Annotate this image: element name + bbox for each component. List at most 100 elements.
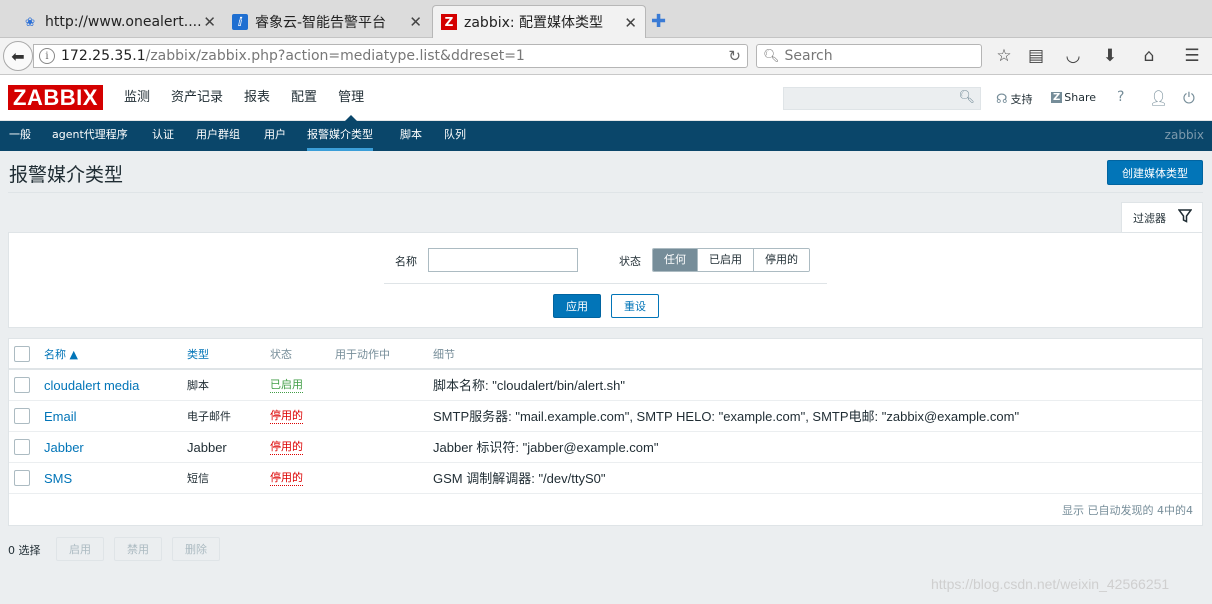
mass-delete-button[interactable]: 删除 xyxy=(172,537,220,561)
menu-configuration[interactable]: 配置 xyxy=(291,75,327,121)
select-all-checkbox[interactable] xyxy=(14,346,30,362)
zabbix-icon: Z xyxy=(441,14,457,30)
row-checkbox[interactable] xyxy=(14,439,30,455)
url-bar[interactable]: i 172.25.35.1/zabbix/zabbix.php?action=m… xyxy=(33,44,748,68)
tab-title: 睿象云-智能告警平台 xyxy=(255,14,387,31)
zabbix-header: ZABBIX 监测 资产记录 报表 配置 管理 🔍︎ ☊ 支持 Z Share … xyxy=(0,75,1212,122)
mass-enable-button[interactable]: 启用 xyxy=(56,537,104,561)
share-link[interactable]: Z Share xyxy=(1051,91,1096,104)
home-icon[interactable]: ⌂ xyxy=(1138,46,1160,66)
media-details: Jabber 标识符: "jabber@example.com" xyxy=(433,440,659,455)
menu-administration[interactable]: 管理 xyxy=(338,75,374,122)
submenu-general[interactable]: 一般 xyxy=(9,121,31,151)
reset-button[interactable]: 重设 xyxy=(611,294,659,318)
selected-count: 0 选择 xyxy=(8,544,41,557)
main-menu: 监测 资产记录 报表 配置 管理 xyxy=(124,75,385,122)
info-icon[interactable]: i xyxy=(39,48,55,64)
row-checkbox[interactable] xyxy=(14,408,30,424)
table-row: Jabber Jabber 停用的 Jabber 标识符: "jabber@ex… xyxy=(9,432,1202,463)
hamburger-menu-icon[interactable]: ☰ xyxy=(1181,46,1203,66)
table-row: Email 电子邮件 停用的 SMTP服务器: "mail.example.co… xyxy=(9,401,1202,432)
submenu-scripts[interactable]: 脚本 xyxy=(400,121,422,151)
column-name-sort[interactable]: 名称 ▲ xyxy=(44,339,78,370)
support-link[interactable]: ☊ 支持 xyxy=(996,91,1033,107)
submenu-proxies[interactable]: agent代理程序 xyxy=(52,121,128,151)
column-status: 状态 xyxy=(270,348,292,361)
sign-out-icon[interactable]: ⏻ xyxy=(1183,89,1195,107)
status-toggle-enabled[interactable]: 已启用 xyxy=(270,378,303,393)
menu-inventory[interactable]: 资产记录 xyxy=(171,75,233,121)
close-tab-icon[interactable]: ✕ xyxy=(409,13,422,31)
filter-funnel-icon xyxy=(1177,209,1193,227)
submenu-queue[interactable]: 队列 xyxy=(444,121,466,151)
close-tab-icon[interactable]: ✕ xyxy=(624,14,637,32)
search-icon[interactable]: 🔍︎ xyxy=(958,90,975,105)
filter-name-input[interactable] xyxy=(428,248,578,272)
tab-title: zabbix: 配置媒体类型 xyxy=(464,15,604,31)
media-type: Jabber xyxy=(187,440,227,455)
status-toggle-disabled[interactable]: 停用的 xyxy=(270,409,303,424)
column-details: 细节 xyxy=(433,348,455,361)
status-toggle-disabled[interactable]: 停用的 xyxy=(270,471,303,486)
media-type-table: 名称 ▲ 类型 状态 用于动作中 细节 cloudalert media 脚本 … xyxy=(8,338,1203,526)
media-type: 脚本 xyxy=(187,379,209,392)
status-any-option[interactable]: 任何 xyxy=(653,249,698,271)
create-media-type-button[interactable]: 创建媒体类型 xyxy=(1107,160,1203,185)
browser-search-input[interactable] xyxy=(784,48,975,64)
media-details: SMTP服务器: "mail.example.com", SMTP HELO: … xyxy=(433,409,1020,424)
filter-status-segmented: 任何 已启用 停用的 xyxy=(652,248,810,272)
bookmark-star-icon[interactable]: ☆ xyxy=(993,46,1015,66)
submenu-media-types[interactable]: 报警媒介类型 xyxy=(307,121,373,151)
reload-icon[interactable]: ↻ xyxy=(728,47,741,65)
close-tab-icon[interactable]: ✕ xyxy=(203,13,216,31)
browser-tab-3-active[interactable]: Z zabbix: 配置媒体类型 ✕ xyxy=(432,5,646,38)
row-checkbox[interactable] xyxy=(14,470,30,486)
back-arrow-icon[interactable]: ⬅ xyxy=(3,41,33,71)
submenu-authentication[interactable]: 认证 xyxy=(152,121,174,151)
menu-reports[interactable]: 报表 xyxy=(244,75,280,121)
browser-tab-2[interactable]: ⅈ 睿象云-智能告警平台 ✕ xyxy=(224,5,430,38)
status-toggle-disabled[interactable]: 停用的 xyxy=(270,440,303,455)
download-icon[interactable]: ⬇ xyxy=(1099,46,1121,66)
support-label: 支持 xyxy=(1010,93,1033,106)
reading-list-icon[interactable]: ▤ xyxy=(1025,46,1047,66)
media-name-link[interactable]: cloudalert media xyxy=(44,370,139,401)
column-type-sort[interactable]: 类型 xyxy=(187,339,209,370)
apply-button[interactable]: 应用 xyxy=(553,294,601,318)
media-type: 短信 xyxy=(187,472,209,485)
media-name-link[interactable]: SMS xyxy=(44,463,72,494)
server-name-label: zabbix xyxy=(1164,128,1204,142)
help-icon[interactable]: ? xyxy=(1117,89,1124,105)
media-details: 脚本名称: "cloudalert/bin/alert.sh" xyxy=(433,378,626,393)
filter-tab[interactable]: 过滤器 xyxy=(1121,202,1203,233)
row-checkbox[interactable] xyxy=(14,377,30,393)
submenu-user-groups[interactable]: 用户群组 xyxy=(196,121,240,151)
user-profile-icon[interactable]: 👤︎ xyxy=(1149,89,1168,107)
zabbix-logo[interactable]: ZABBIX xyxy=(8,85,103,110)
pocket-icon[interactable]: ◡ xyxy=(1062,46,1084,66)
share-label: Share xyxy=(1064,91,1097,104)
media-name-link[interactable]: Jabber xyxy=(44,432,84,463)
global-search-input[interactable]: 🔍︎ xyxy=(783,87,981,110)
url-path: /zabbix/zabbix.php?action=mediatype.list… xyxy=(145,48,525,64)
onealert-icon: ⅈ xyxy=(232,13,248,30)
paw-icon: ❀ xyxy=(24,14,36,29)
table-header-row: 名称 ▲ 类型 状态 用于动作中 细节 xyxy=(9,339,1202,370)
page-title: 报警媒介类型 xyxy=(9,164,124,186)
submenu-users[interactable]: 用户 xyxy=(264,121,286,151)
new-tab-icon[interactable]: ✚ xyxy=(651,11,666,32)
status-disabled-option[interactable]: 停用的 xyxy=(754,249,809,271)
filter-status-label: 状态 xyxy=(619,255,641,268)
share-icon: Z xyxy=(1051,92,1063,103)
media-name-link[interactable]: Email xyxy=(44,401,77,432)
media-details: GSM 调制解调器: "/dev/ttyS0" xyxy=(433,471,606,486)
browser-tab-1[interactable]: ❀ http://www.onealert.... ✕ xyxy=(14,5,224,38)
browser-nav-bar: ⬅ i 172.25.35.1/zabbix/zabbix.php?action… xyxy=(0,38,1212,75)
menu-monitoring[interactable]: 监测 xyxy=(124,75,160,121)
column-used-in-actions: 用于动作中 xyxy=(335,348,390,361)
filter-name-label: 名称 xyxy=(395,255,417,268)
status-enabled-option[interactable]: 已启用 xyxy=(698,249,754,271)
browser-tab-bar: ❀ http://www.onealert.... ✕ ⅈ 睿象云-智能告警平台… xyxy=(0,0,1212,38)
mass-disable-button[interactable]: 禁用 xyxy=(114,537,162,561)
browser-search-box[interactable]: 🔍︎ xyxy=(756,44,982,68)
